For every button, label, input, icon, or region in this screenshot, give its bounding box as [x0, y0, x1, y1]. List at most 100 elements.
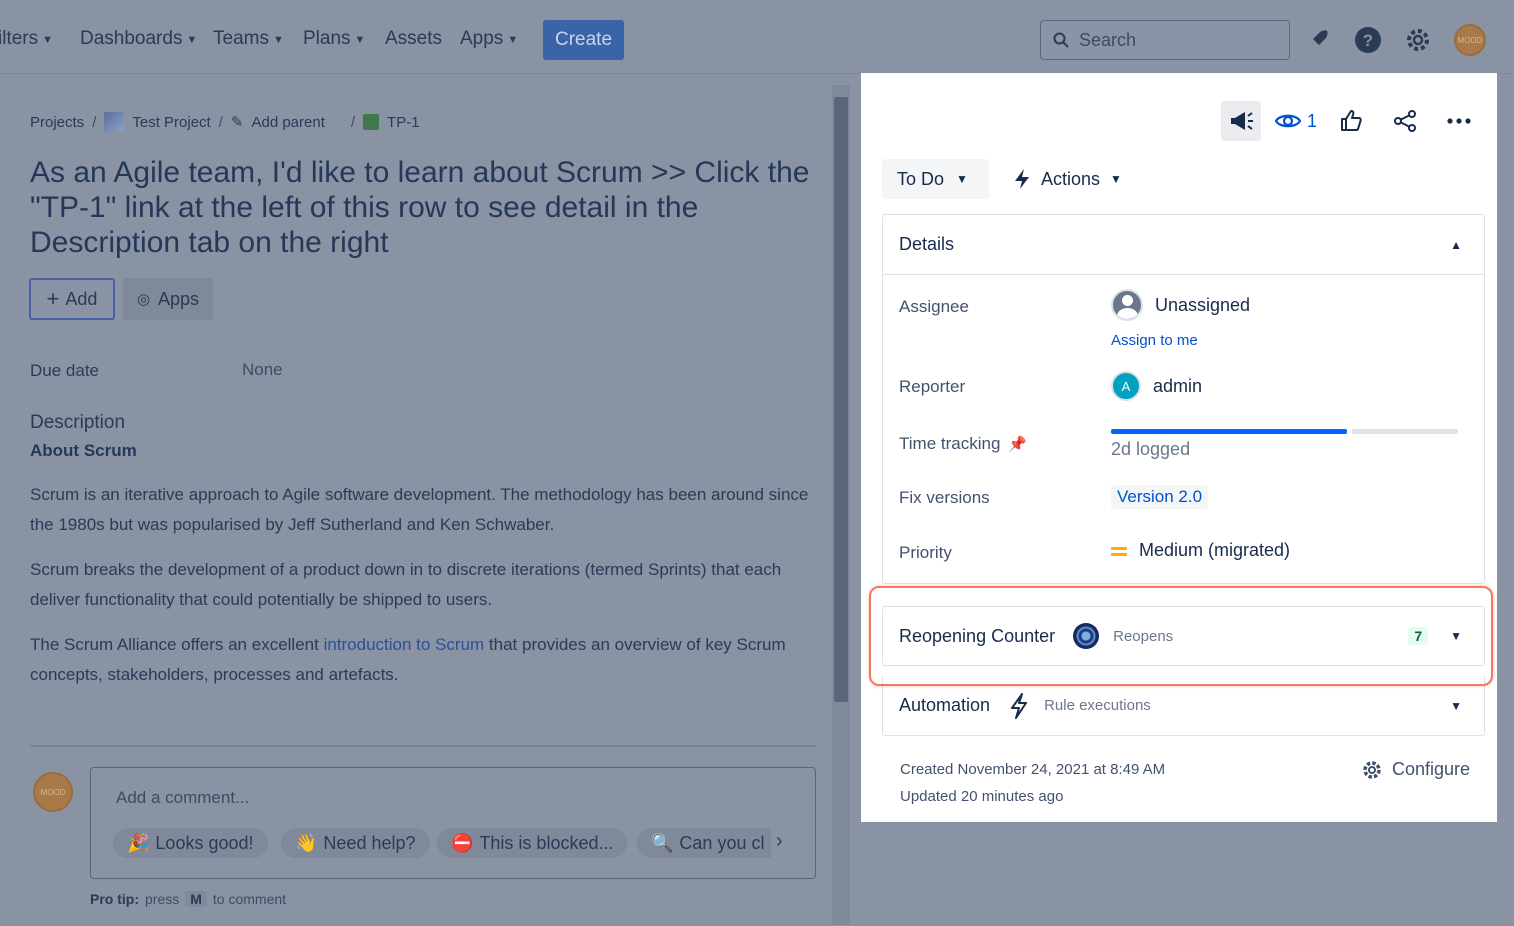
- quick-reply-blocked[interactable]: ⛔ This is blocked...: [437, 828, 628, 858]
- pin-icon[interactable]: 📌: [1008, 435, 1027, 453]
- issue-title[interactable]: As an Agile team, I'd like to learn abou…: [30, 155, 810, 260]
- details-header[interactable]: Details ▲: [883, 215, 1484, 275]
- breadcrumb-separator: /: [218, 113, 223, 131]
- reopening-counter-title: Reopening Counter: [899, 625, 1056, 646]
- reopening-counter-app-icon: [1073, 623, 1100, 649]
- issue-action-toolbar: 1: [1220, 101, 1479, 141]
- search-input[interactable]: Search: [1040, 20, 1290, 60]
- story-icon: [363, 114, 380, 130]
- user-avatar[interactable]: MOOD: [1454, 24, 1486, 56]
- description-paragraph[interactable]: Scrum is an iterative approach to Agile …: [30, 480, 820, 540]
- breadcrumb-add-parent[interactable]: Add parent: [251, 114, 324, 131]
- breadcrumb-projects[interactable]: Projects: [30, 114, 84, 131]
- time-tracking-fill: [1111, 429, 1347, 434]
- fix-versions-value[interactable]: Version 2.0: [1111, 485, 1209, 509]
- help-icon[interactable]: ?: [1353, 25, 1383, 55]
- notifications-icon[interactable]: [1303, 25, 1333, 55]
- assign-to-me-link[interactable]: Assign to me: [1111, 332, 1198, 349]
- create-button[interactable]: Create: [543, 20, 624, 60]
- chevron-down-icon: ▼: [272, 34, 284, 46]
- divider: [30, 745, 816, 747]
- comment-editor[interactable]: Add a comment... 🎉 Looks good! 👋 Need help…: [90, 767, 816, 879]
- version-tag[interactable]: Version 2.0: [1111, 485, 1209, 509]
- priority-medium-icon: [1111, 545, 1127, 557]
- reopen-count-badge: 7: [1408, 627, 1429, 645]
- reporter-label: Reporter: [899, 377, 966, 396]
- quick-reply-clarify[interactable]: 🔍 Can you cl: [637, 828, 771, 858]
- time-logged-value: 2d logged: [1111, 439, 1191, 459]
- chevron-down-icon: ▼: [507, 34, 519, 46]
- reporter-avatar: A: [1111, 371, 1141, 401]
- assignee-value[interactable]: Unassigned: [1111, 289, 1250, 321]
- nav-dashboards[interactable]: Dashboards ▼: [80, 28, 197, 50]
- more-icon: [1447, 118, 1471, 124]
- reporter-value[interactable]: A admin: [1111, 371, 1202, 401]
- nav-filters[interactable]: ilters ▼: [0, 28, 53, 50]
- assignee-label: Assignee: [899, 297, 969, 316]
- lightning-outline-icon: [1011, 692, 1028, 719]
- unassigned-avatar-icon: [1111, 289, 1143, 321]
- nav-assets[interactable]: Assets: [385, 28, 442, 50]
- reopening-counter-subtitle: Reopens: [1113, 627, 1174, 645]
- add-button[interactable]: + Add: [29, 278, 115, 320]
- no-entry-icon: ⛔: [451, 832, 474, 853]
- megaphone-icon: [1230, 112, 1253, 130]
- actions-dropdown[interactable]: Actions ▼: [1013, 159, 1122, 199]
- watch-count: 1: [1306, 110, 1317, 131]
- description-paragraph[interactable]: The Scrum Alliance offers an excellent i…: [30, 630, 820, 690]
- share-button[interactable]: [1385, 101, 1425, 141]
- chevron-right-icon[interactable]: ›: [776, 830, 783, 853]
- watch-button[interactable]: 1: [1274, 110, 1317, 132]
- comment-placeholder[interactable]: Add a comment...: [116, 788, 249, 808]
- search-placeholder: Search: [1079, 29, 1137, 50]
- share-icon: [1394, 110, 1416, 132]
- due-date-label: Due date: [30, 361, 99, 380]
- issue-details-sidebar: 1 To Do ▼ Actions ▼ Details ▲ Assignee U…: [861, 73, 1497, 822]
- party-popper-icon: 🎉: [127, 832, 150, 853]
- like-button[interactable]: [1331, 101, 1371, 141]
- priority-value[interactable]: Medium (migrated): [1111, 540, 1290, 561]
- description-heading: Description: [30, 412, 126, 433]
- chevron-down-icon: ▼: [186, 34, 198, 46]
- breadcrumb-separator: /: [92, 113, 97, 131]
- priority-label: Priority: [899, 543, 952, 562]
- automation-panel[interactable]: Automation Rule executions ▼: [882, 676, 1485, 736]
- reopening-counter-panel[interactable]: Reopening Counter Reopens 7 ▼: [882, 606, 1485, 666]
- time-tracking-bar[interactable]: [1111, 429, 1458, 434]
- thumbs-up-icon: [1341, 110, 1362, 131]
- configure-button[interactable]: Configure: [1362, 759, 1470, 780]
- breadcrumb: Projects / Test Project / ✎ Add parent /…: [30, 112, 420, 132]
- nav-teams[interactable]: Teams ▼: [213, 28, 284, 50]
- plus-icon: +: [46, 286, 60, 311]
- breadcrumb-project[interactable]: Test Project: [132, 114, 210, 131]
- scrollbar[interactable]: [832, 85, 850, 925]
- nav-apps[interactable]: Apps ▼: [460, 28, 518, 50]
- time-tracking-gap: [1346, 429, 1352, 434]
- issue-main-panel: Projects / Test Project / ✎ Add parent /…: [0, 75, 852, 926]
- more-actions-button[interactable]: [1439, 101, 1479, 141]
- apps-button[interactable]: ◎ Apps: [123, 278, 213, 320]
- feedback-button[interactable]: [1220, 101, 1261, 141]
- quick-reply-need-help[interactable]: 👋 Need help?: [281, 828, 430, 858]
- quick-reply-looks-good[interactable]: 🎉 Looks good!: [113, 828, 268, 858]
- status-dropdown[interactable]: To Do ▼: [882, 159, 989, 199]
- created-timestamp: Created November 24, 2021 at 8:49 AM: [900, 761, 1166, 778]
- fix-versions-label: Fix versions: [899, 488, 990, 507]
- svg-text:?: ?: [1363, 31, 1373, 50]
- nav-plans[interactable]: Plans ▼: [303, 28, 365, 50]
- automation-subtitle: Rule executions: [1044, 697, 1151, 714]
- settings-gear-icon[interactable]: [1403, 25, 1433, 55]
- introduction-to-scrum-link[interactable]: introduction to Scrum: [324, 635, 485, 654]
- breadcrumb-issue-key[interactable]: TP-1: [387, 114, 420, 131]
- chevron-down-icon: ▼: [956, 172, 968, 186]
- chevron-down-icon: ▼: [1450, 698, 1462, 713]
- description-paragraph[interactable]: Scrum breaks the development of a produc…: [30, 555, 820, 615]
- project-avatar-icon: [104, 112, 125, 132]
- comment-user-avatar: MOOD: [33, 772, 73, 812]
- chevron-down-icon: ▼: [354, 34, 366, 46]
- description-subheading: About Scrum: [30, 441, 137, 460]
- time-tracking-label: Time tracking 📌: [899, 434, 1028, 453]
- scroll-thumb[interactable]: [834, 97, 848, 702]
- due-date-value[interactable]: None: [242, 360, 283, 380]
- breadcrumb-separator: /: [350, 113, 356, 131]
